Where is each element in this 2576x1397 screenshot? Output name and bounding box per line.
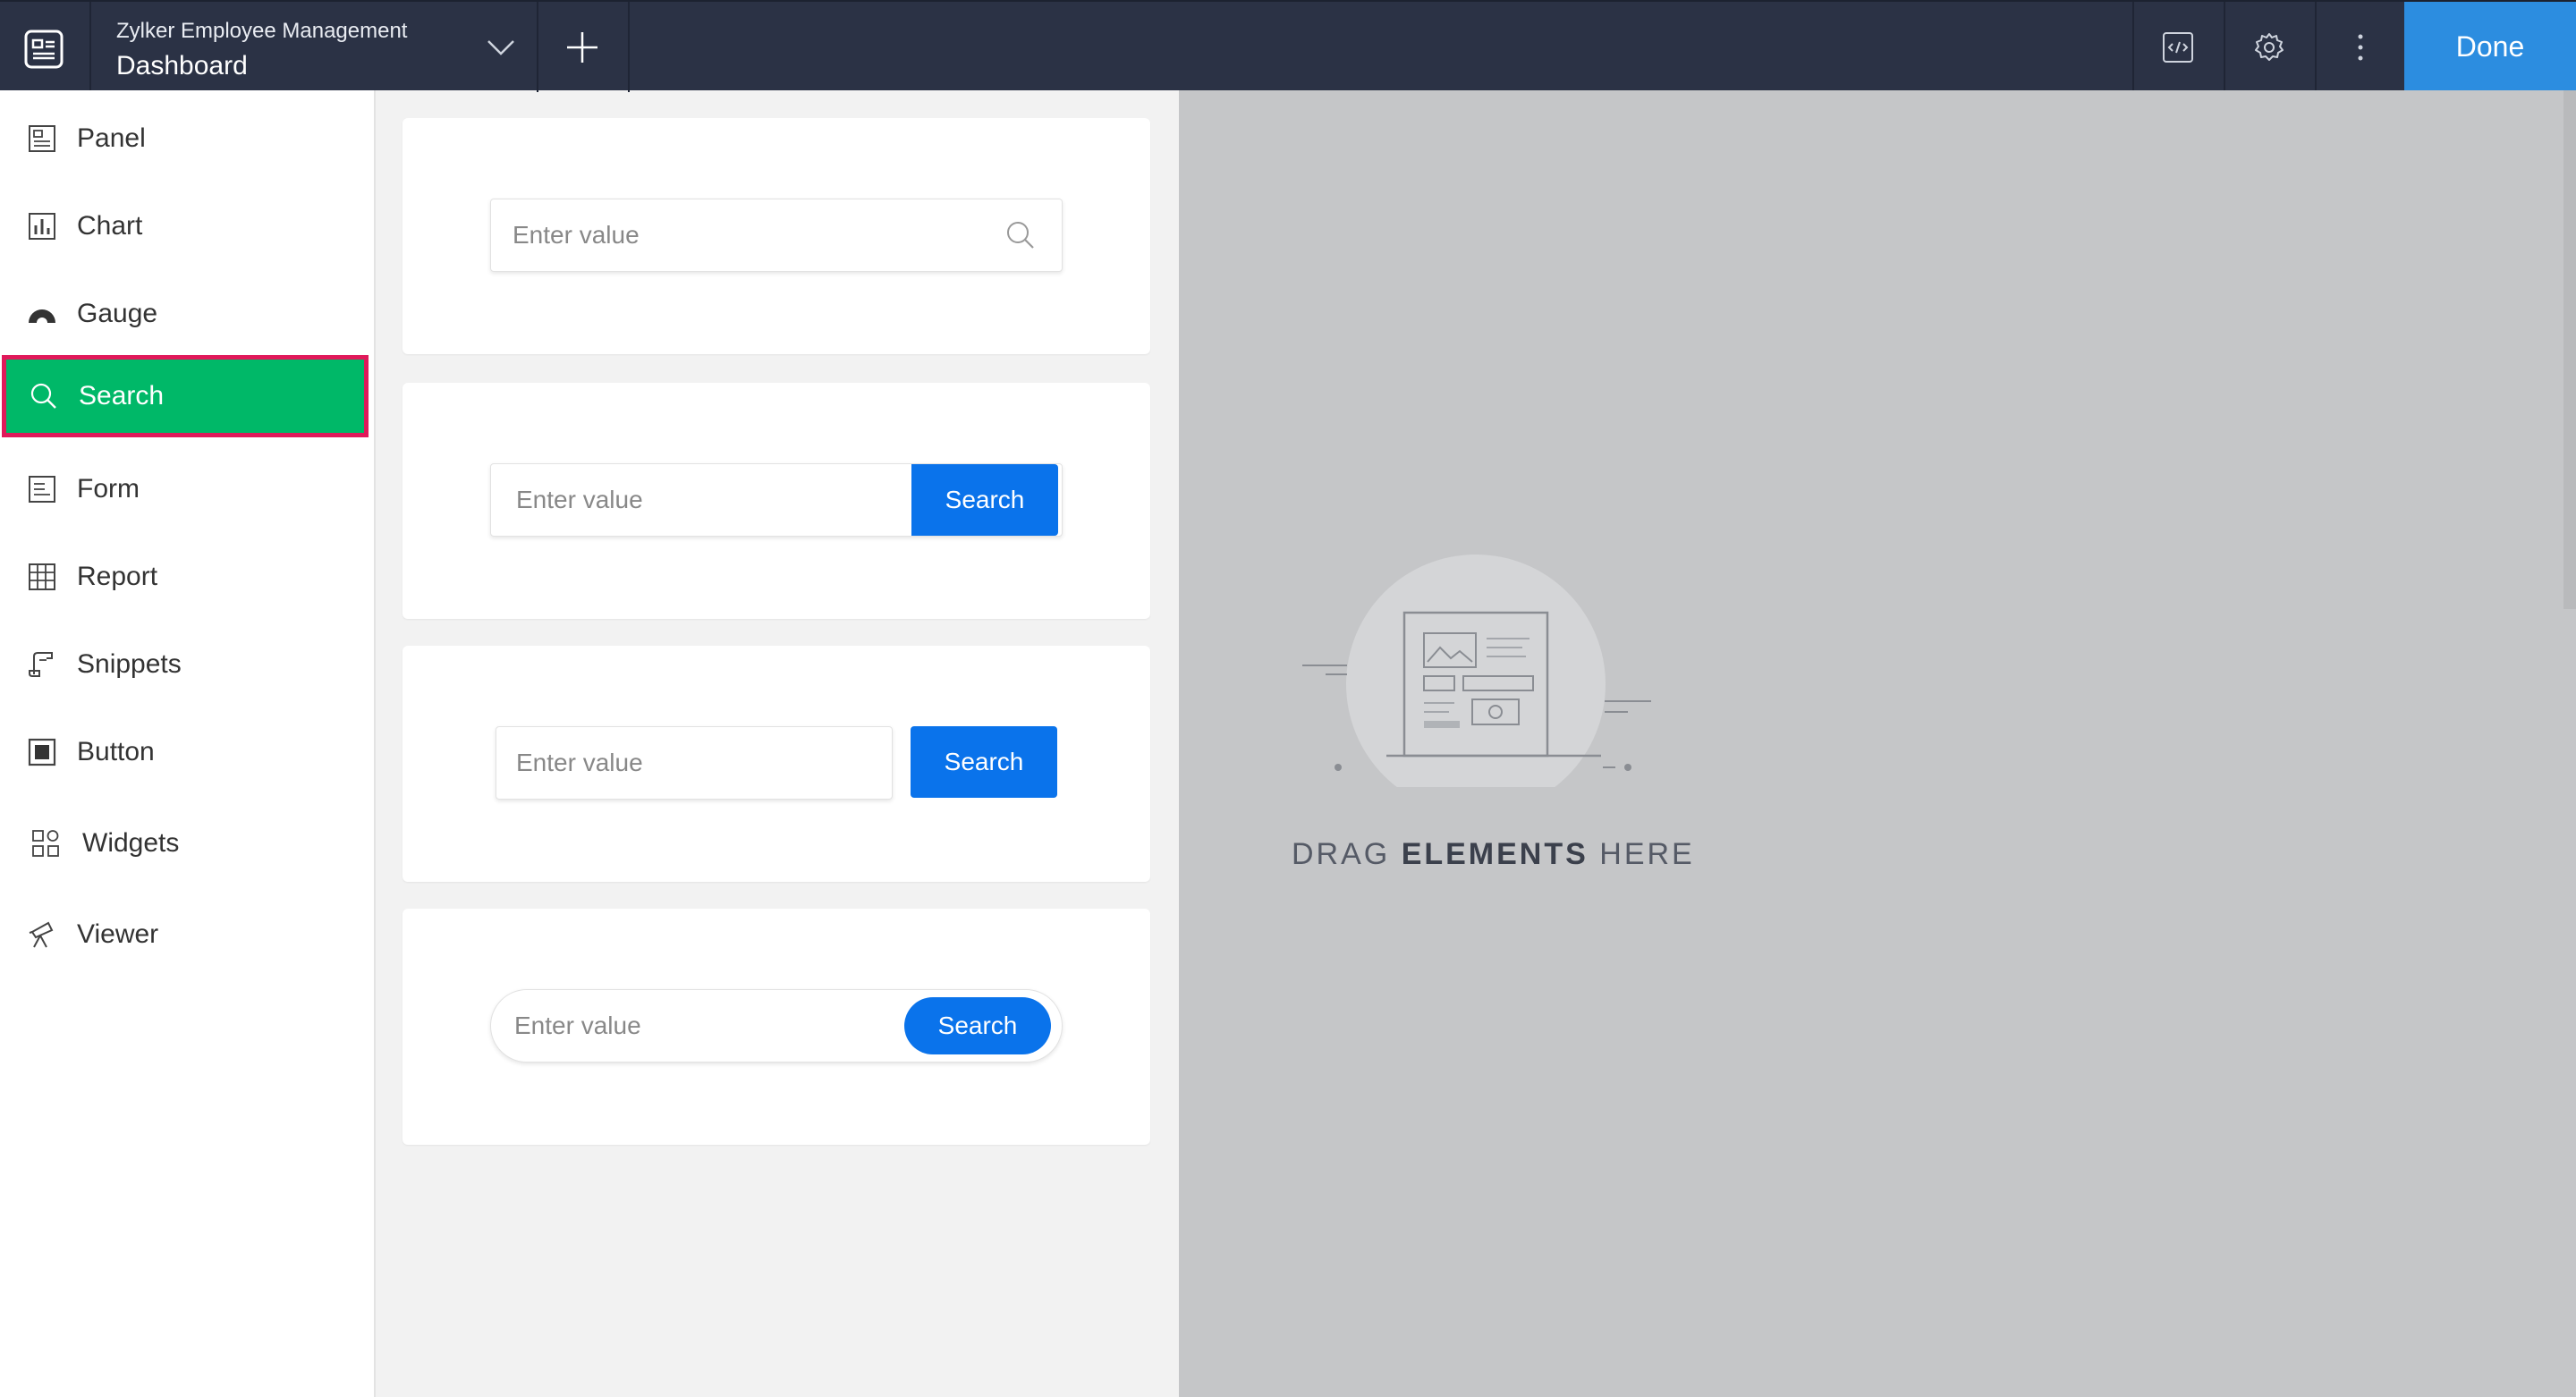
widgets-icon bbox=[32, 830, 59, 857]
search-variant-card[interactable]: Enter value Search bbox=[402, 909, 1150, 1145]
search-input[interactable]: Enter value bbox=[496, 726, 893, 800]
search-input[interactable]: Enter value Search bbox=[490, 463, 1063, 537]
drop-hint-suffix: HERE bbox=[1588, 837, 1695, 871]
sidebar-item-label: Viewer bbox=[77, 919, 159, 949]
sidebar-item-label: Gauge bbox=[77, 299, 158, 328]
search-input[interactable]: Enter value bbox=[490, 199, 1063, 272]
form-icon bbox=[29, 476, 55, 503]
gauge-icon bbox=[29, 309, 55, 323]
top-bar: Zylker Employee Management Dashboard Don… bbox=[0, 0, 2576, 92]
drop-hint-bold: ELEMENTS bbox=[1401, 837, 1589, 871]
sidebar-item-label: Report bbox=[77, 562, 158, 591]
page-name: Dashboard bbox=[116, 51, 248, 80]
search-icon bbox=[1007, 222, 1034, 249]
sidebar-item-widgets[interactable]: Widgets bbox=[0, 800, 376, 886]
sidebar-item-gauge[interactable]: Gauge bbox=[0, 271, 376, 357]
divider bbox=[2224, 2, 2225, 92]
search-icon bbox=[30, 383, 56, 409]
divider bbox=[2315, 2, 2317, 92]
search-variant-card[interactable]: Enter value bbox=[402, 118, 1150, 354]
app-titles[interactable]: Zylker Employee Management Dashboard bbox=[116, 18, 407, 84]
chart-icon bbox=[29, 213, 55, 240]
sidebar-item-label: Form bbox=[77, 474, 140, 504]
sidebar-item-viewer[interactable]: Viewer bbox=[0, 892, 376, 978]
divider bbox=[89, 2, 91, 92]
drop-hint-prefix: DRAG bbox=[1292, 837, 1402, 871]
viewer-icon bbox=[29, 921, 54, 948]
sidebar-item-label: Search bbox=[79, 381, 165, 411]
sidebar-item-snippets[interactable]: Snippets bbox=[0, 622, 376, 707]
sidebar: Panel Chart Gauge Search Form Report Sni… bbox=[0, 90, 376, 1397]
app-menu-icon[interactable] bbox=[23, 29, 64, 70]
code-icon[interactable] bbox=[2157, 27, 2199, 68]
search-variant-card[interactable]: Enter value Search bbox=[402, 383, 1150, 619]
app-name: Zylker Employee Management bbox=[116, 19, 408, 43]
search-button[interactable]: Search bbox=[911, 464, 1058, 536]
scrollbar[interactable] bbox=[2563, 90, 2576, 609]
sidebar-item-panel[interactable]: Panel bbox=[0, 96, 376, 182]
sidebar-item-label: Snippets bbox=[77, 649, 182, 679]
search-placeholder: Enter value bbox=[516, 486, 643, 513]
search-input[interactable]: Enter value Search bbox=[490, 989, 1063, 1063]
done-button[interactable]: Done bbox=[2404, 2, 2576, 92]
more-options-icon[interactable] bbox=[2340, 27, 2381, 68]
sidebar-item-label: Widgets bbox=[82, 828, 180, 858]
drop-hint: DRAG ELEMENTS HERE bbox=[1292, 837, 1695, 872]
sidebar-item-label: Button bbox=[77, 737, 155, 766]
sidebar-item-button[interactable]: Button bbox=[0, 709, 376, 795]
divider bbox=[628, 2, 630, 92]
snippets-icon bbox=[29, 652, 53, 677]
sidebar-item-report[interactable]: Report bbox=[0, 534, 376, 620]
chevron-down-icon[interactable] bbox=[483, 34, 519, 59]
search-variant-card[interactable]: Enter value Search bbox=[402, 646, 1150, 882]
sidebar-item-search[interactable]: Search bbox=[2, 355, 369, 437]
divider bbox=[2132, 2, 2134, 92]
sidebar-item-chart[interactable]: Chart bbox=[0, 183, 376, 269]
search-button[interactable]: Search bbox=[904, 997, 1051, 1054]
search-placeholder: Enter value bbox=[513, 221, 640, 249]
search-placeholder: Enter value bbox=[514, 1012, 641, 1039]
search-placeholder: Enter value bbox=[516, 749, 643, 776]
sidebar-item-label: Panel bbox=[77, 123, 146, 153]
search-button[interactable]: Search bbox=[911, 726, 1057, 798]
panel-icon bbox=[29, 125, 55, 152]
sidebar-item-form[interactable]: Form bbox=[0, 446, 376, 532]
sidebar-item-label: Chart bbox=[77, 211, 143, 241]
gear-icon[interactable] bbox=[2249, 27, 2290, 68]
report-icon bbox=[29, 563, 55, 590]
drag-elements-illustration-icon bbox=[1302, 555, 1651, 787]
add-page-icon[interactable] bbox=[564, 29, 601, 66]
divider bbox=[537, 2, 538, 92]
button-icon bbox=[28, 738, 56, 766]
